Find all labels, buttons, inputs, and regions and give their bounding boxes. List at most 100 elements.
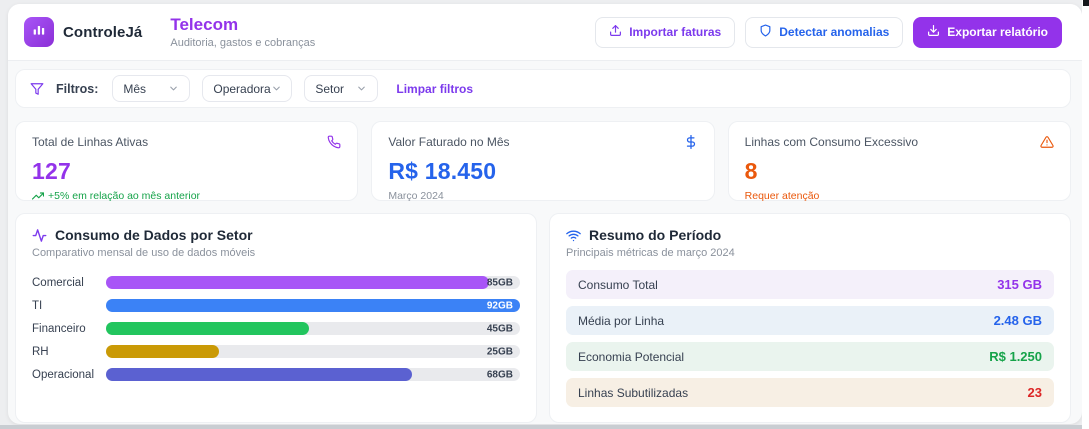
summary-row-consumo-total: Consumo Total 315 GB [566, 270, 1054, 299]
chart-title: Consumo de Dados por Setor [55, 227, 253, 243]
data-consumption-panel: Consumo de Dados por Setor Comparativo m… [15, 213, 537, 423]
summary-label: Média por Linha [578, 314, 664, 328]
bar-value: 68GB [487, 369, 513, 380]
chevron-down-icon [271, 83, 282, 94]
stat-card-active-lines: Total de Linhas Ativas 127 +5% em relaçã… [15, 121, 358, 201]
bar-track: 92GB [106, 299, 520, 312]
app-header: ControleJá Telecom Auditoria, gastos e c… [8, 4, 1082, 61]
stat-value: 8 [745, 158, 1054, 185]
bar-track: 45GB [106, 322, 520, 335]
bar-fill [106, 276, 489, 289]
stat-sub: Requer atenção [745, 190, 1054, 202]
period-summary-panel: Resumo do Período Principais métricas de… [549, 213, 1071, 423]
bar-value: 85GB [487, 277, 513, 288]
sector-select-value: Setor [315, 82, 344, 96]
sector-select[interactable]: Setor [304, 75, 378, 102]
bar-fill [106, 299, 520, 312]
stat-card-billed-value: Valor Faturado no Mês R$ 18.450 Março 20… [371, 121, 714, 201]
stat-label: Valor Faturado no Mês [388, 135, 509, 149]
summary-row-economia-potencial: Economia Potencial R$ 1.250 [566, 342, 1054, 371]
summary-title-row: Resumo do Período [566, 227, 1054, 243]
import-invoices-button[interactable]: Importar faturas [595, 17, 735, 48]
stat-value: R$ 18.450 [388, 158, 697, 185]
carrier-select[interactable]: Operadora [202, 75, 292, 102]
summary-label: Economia Potencial [578, 350, 684, 364]
clear-filters-link[interactable]: Limpar filtros [396, 82, 473, 96]
summary-row-media-por-linha: Média por Linha 2.48 GB [566, 306, 1054, 335]
filters-label: Filtros: [56, 82, 98, 96]
bar-chart-icon [31, 22, 47, 43]
carrier-select-value: Operadora [213, 82, 270, 96]
right-gutter [1082, 0, 1089, 429]
download-icon [927, 24, 940, 40]
chart-subtitle: Comparativo mensal de uso de dados móvei… [32, 247, 520, 259]
bar-row-operacional: Operacional 68GB [32, 363, 520, 386]
filter-bar: Filtros: Mês Operadora Setor [15, 69, 1071, 108]
export-report-label: Exportar relatório [947, 25, 1048, 39]
phone-icon [327, 135, 341, 154]
stat-sub-text: Março 2024 [388, 190, 443, 202]
bar-row-ti: TI 92GB [32, 294, 520, 317]
dollar-icon [684, 135, 698, 154]
summary-rows: Consumo Total 315 GB Média por Linha 2.4… [566, 270, 1054, 407]
stat-sub: Março 2024 [388, 190, 697, 202]
page-title-block: Telecom Auditoria, gastos e cobranças [170, 15, 315, 49]
chevron-down-icon [168, 83, 179, 94]
bar-row-financeiro: Financeiro 45GB [32, 317, 520, 340]
funnel-icon [30, 82, 44, 96]
stat-card-excessive-consumption: Linhas com Consumo Excessivo 8 Requer at… [728, 121, 1071, 201]
app-window: ControleJá Telecom Auditoria, gastos e c… [0, 0, 1089, 429]
bar-row-comercial: Comercial 85GB [32, 271, 520, 294]
brand-name: ControleJá [63, 24, 142, 41]
summary-value: 2.48 GB [994, 313, 1042, 328]
summary-value: R$ 1.250 [989, 349, 1042, 364]
dashboard-content: Filtros: Mês Operadora Setor [8, 61, 1082, 423]
bar-row-rh: RH 25GB [32, 340, 520, 363]
detect-anomalies-label: Detectar anomalias [779, 25, 889, 39]
app-logo [24, 17, 54, 47]
chevron-down-icon [356, 83, 367, 94]
month-select-value: Mês [123, 82, 146, 96]
corner-artifact [1083, 0, 1089, 6]
page-subtitle: Auditoria, gastos e cobranças [170, 37, 315, 49]
stat-sub-text: +5% em relação ao mês anterior [48, 190, 200, 202]
bottom-edge [0, 425, 1082, 429]
bar-value: 45GB [487, 323, 513, 334]
stat-trend: +5% em relação ao mês anterior [32, 190, 341, 202]
summary-subtitle: Principais métricas de março 2024 [566, 247, 1054, 259]
trending-up-icon [32, 190, 44, 202]
export-report-button[interactable]: Exportar relatório [913, 17, 1062, 48]
stat-label: Total de Linhas Ativas [32, 135, 148, 149]
warning-icon [1040, 135, 1054, 154]
stat-sub-text: Requer atenção [745, 190, 820, 202]
bar-chart: Comercial 85GB TI 92GB [32, 271, 520, 386]
bar-category: Comercial [32, 277, 106, 289]
activity-icon [32, 228, 47, 243]
detect-anomalies-button[interactable]: Detectar anomalias [745, 17, 903, 48]
wifi-icon [566, 228, 581, 243]
upload-icon [609, 24, 622, 40]
bar-category: RH [32, 346, 106, 358]
stat-label: Linhas com Consumo Excessivo [745, 135, 918, 149]
bar-track: 25GB [106, 345, 520, 358]
bar-value: 25GB [487, 346, 513, 357]
page-title: Telecom [170, 15, 315, 35]
bar-fill [106, 368, 412, 381]
summary-label: Linhas Subutilizadas [578, 386, 688, 400]
header-actions: Importar faturas Detectar anomalias Expo… [595, 17, 1062, 48]
bar-category: TI [32, 300, 106, 312]
summary-label: Consumo Total [578, 278, 658, 292]
summary-value: 23 [1028, 385, 1042, 400]
bar-fill [106, 322, 309, 335]
summary-title: Resumo do Período [589, 227, 721, 243]
summary-value: 315 GB [997, 277, 1042, 292]
month-select[interactable]: Mês [112, 75, 190, 102]
bar-track: 68GB [106, 368, 520, 381]
stat-cards: Total de Linhas Ativas 127 +5% em relaçã… [15, 121, 1071, 201]
chart-title-row: Consumo de Dados por Setor [32, 227, 520, 243]
bar-value: 92GB [487, 300, 513, 311]
bar-fill [106, 345, 219, 358]
dashboard-page: ControleJá Telecom Auditoria, gastos e c… [8, 4, 1082, 424]
bar-category: Financeiro [32, 323, 106, 335]
bar-track: 85GB [106, 276, 520, 289]
